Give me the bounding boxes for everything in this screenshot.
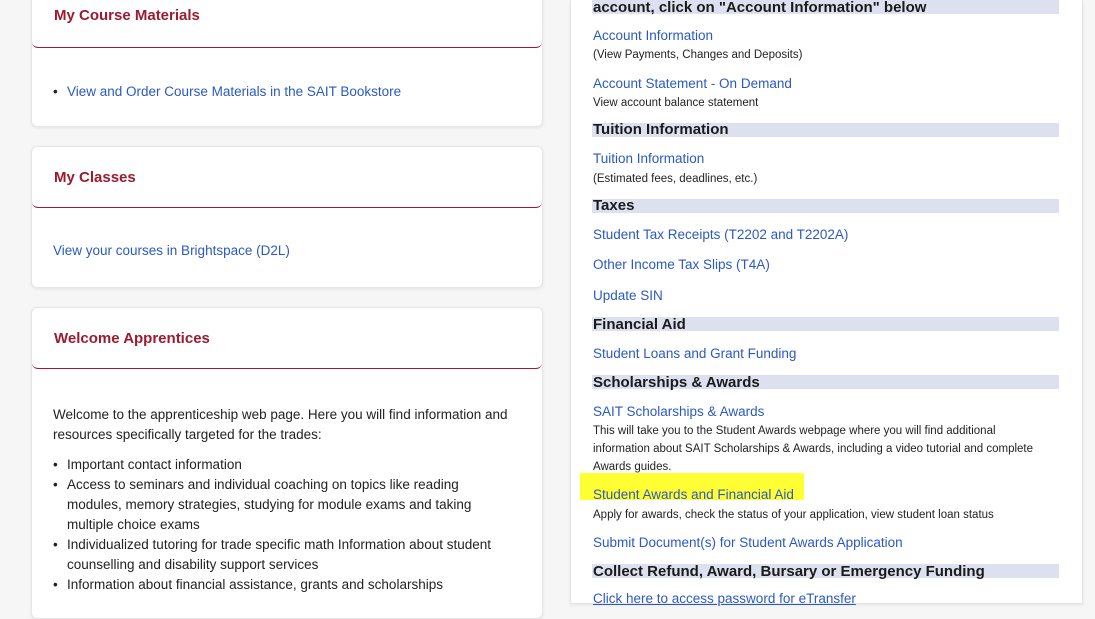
account-information-desc: (View Payments, Changes and Deposits) bbox=[593, 49, 803, 61]
student-loans-link[interactable]: Student Loans and Grant Funding bbox=[593, 345, 796, 363]
tax-receipts-link[interactable]: Student Tax Receipts (T2202 and T2202A) bbox=[593, 226, 848, 244]
list-item: Information about financial assistance, … bbox=[32, 575, 512, 595]
welcome-apprentices-card: Welcome Apprentices Welcome to the appre… bbox=[31, 307, 543, 619]
card-title: Welcome Apprentices bbox=[54, 330, 210, 347]
tuition-information-link[interactable]: Tuition Information bbox=[593, 150, 704, 168]
refund-heading: Collect Refund, Award, Bursary or Emerge… bbox=[593, 563, 985, 580]
update-sin-link[interactable]: Update SIN bbox=[593, 287, 663, 305]
card-header: Welcome Apprentices bbox=[32, 308, 542, 369]
account-information-link[interactable]: Account Information bbox=[593, 27, 713, 45]
list-item: Important contact information bbox=[32, 455, 512, 475]
account-statement-link[interactable]: Account Statement - On Demand bbox=[593, 75, 792, 93]
list-item: Individualized tutoring for trade specif… bbox=[32, 535, 512, 575]
tuition-heading: Tuition Information bbox=[593, 121, 729, 138]
list-item: View and Order Course Materials in the S… bbox=[32, 82, 401, 102]
bookstore-link[interactable]: View and Order Course Materials in the S… bbox=[67, 84, 401, 99]
section-band bbox=[592, 199, 1059, 213]
card-header: My Course Materials bbox=[32, 0, 542, 48]
income-tax-slips-link[interactable]: Other Income Tax Slips (T4A) bbox=[593, 256, 770, 274]
tuition-desc: (Estimated fees, deadlines, etc.) bbox=[593, 173, 758, 185]
account-heading: account, click on "Account Information" … bbox=[593, 0, 927, 16]
etransfer-password-link[interactable]: Click here to access password for eTrans… bbox=[593, 590, 856, 608]
scholarships-desc: This will take you to the Student Awards… bbox=[593, 425, 1034, 473]
apprentices-intro: Welcome to the apprenticeship web page. … bbox=[53, 407, 508, 442]
card-title: My Course Materials bbox=[54, 7, 200, 24]
student-awards-link[interactable]: Student Awards and Financial Aid bbox=[593, 486, 794, 504]
card-title: My Classes bbox=[54, 169, 136, 186]
scholarships-heading: Scholarships & Awards bbox=[593, 374, 760, 391]
finance-panel: account, click on "Account Information" … bbox=[570, 0, 1083, 606]
brightspace-link[interactable]: View your courses in Brightspace (D2L) bbox=[53, 243, 290, 258]
list-item: Access to seminars and individual coachi… bbox=[32, 475, 512, 535]
financial-aid-heading: Financial Aid bbox=[593, 316, 686, 333]
student-awards-desc: Apply for awards, check the status of yo… bbox=[593, 509, 994, 521]
materials-list: View and Order Course Materials in the S… bbox=[32, 82, 401, 102]
course-materials-card: My Course Materials View and Order Cours… bbox=[31, 0, 543, 127]
my-classes-card: My Classes View your courses in Brightsp… bbox=[31, 146, 543, 288]
sait-scholarships-link[interactable]: SAIT Scholarships & Awards bbox=[593, 403, 764, 421]
submit-documents-link[interactable]: Submit Document(s) for Student Awards Ap… bbox=[593, 534, 903, 552]
taxes-heading: Taxes bbox=[593, 197, 635, 214]
apprentices-list: Important contact information Access to … bbox=[32, 455, 512, 595]
account-statement-desc: View account balance statement bbox=[593, 97, 759, 109]
card-header: My Classes bbox=[32, 147, 542, 208]
